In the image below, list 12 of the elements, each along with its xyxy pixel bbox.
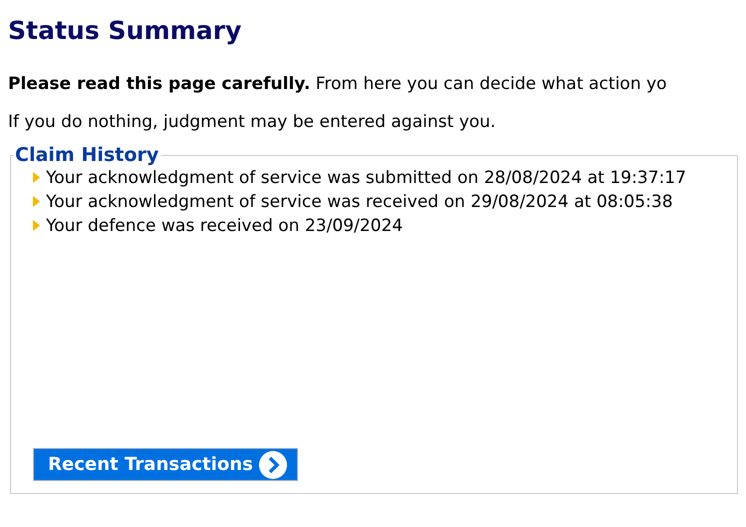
history-entry: Your acknowledgment of service was submitted on 28/08/2024 at 19:37:17 (46, 167, 686, 190)
bullet-icon (33, 220, 40, 231)
panel-legend: Claim History (13, 144, 161, 166)
history-entry: Your defence was received on 23/09/2024 (46, 215, 403, 238)
history-entry: Your acknowledgment of service was received on 29/08/2024 at 08:05:38 (46, 191, 673, 214)
bullet-icon (33, 172, 40, 183)
intro-text: Please read this page carefully. From here you can decide what action yo (8, 73, 668, 96)
bullet-icon (33, 196, 40, 207)
chevron-right-icon (258, 450, 287, 478)
page-title: Status Summary (8, 15, 243, 47)
recent-transactions-button[interactable]: Recent Transactions (33, 448, 298, 481)
warning-text: If you do nothing, judgment may be entered against you. (8, 111, 497, 134)
